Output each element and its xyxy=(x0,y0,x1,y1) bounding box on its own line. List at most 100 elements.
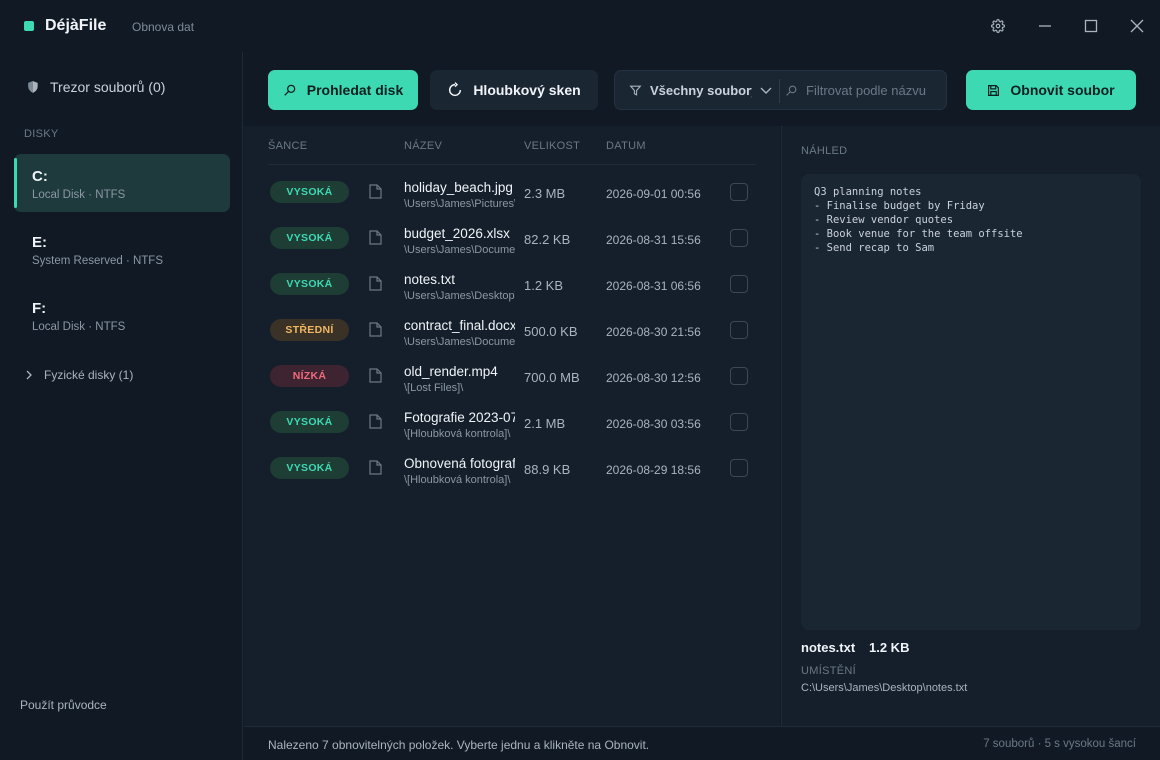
title-bar: DéjàFile Obnova dat xyxy=(0,0,1160,52)
drive-item-f[interactable]: F: Local Disk · NTFS xyxy=(14,286,230,344)
filter-search xyxy=(785,71,945,109)
drive-description: Local Disk · NTFS xyxy=(32,321,126,333)
chance-badge: VYSOKÁ xyxy=(270,181,349,203)
drives-section-label: DISKY xyxy=(24,128,59,140)
shield-icon xyxy=(26,80,40,94)
app-logo-icon xyxy=(24,21,34,31)
file-name: holiday_beach.jpg xyxy=(404,180,513,195)
gear-icon[interactable] xyxy=(988,16,1008,36)
scan-disk-button[interactable]: Prohledat disk xyxy=(268,70,418,110)
file-type-value: Všechny soubory xyxy=(650,82,752,98)
table-row[interactable]: VYSOKÁ budget_2026.xlsx \Users\James\Doc… xyxy=(268,220,758,266)
status-message: Nalezeno 7 obnovitelných položek. Vybert… xyxy=(268,738,650,752)
file-size: 700.0 MB xyxy=(524,370,580,385)
row-checkbox[interactable] xyxy=(730,229,748,247)
deep-scan-button[interactable]: Hloubkový sken xyxy=(430,70,598,110)
file-date: 2026-08-31 15:56 xyxy=(606,233,701,247)
status-summary: 7 souborů · 5 s vysokou šancí xyxy=(983,738,1136,750)
filter-name-input[interactable] xyxy=(806,82,934,98)
file-path: \Users\James\Documents\ xyxy=(404,336,515,348)
file-type-select[interactable]: Všechny soubory xyxy=(629,71,779,109)
filter-divider xyxy=(779,79,780,103)
file-icon xyxy=(369,460,382,475)
file-date: 2026-08-29 18:56 xyxy=(606,463,701,477)
scan-disk-label: Prohledat disk xyxy=(306,82,404,98)
chance-badge: VYSOKÁ xyxy=(270,227,349,249)
file-date: 2026-08-30 12:56 xyxy=(606,371,701,385)
table-row[interactable]: STŘEDNÍ contract_final.docx \Users\James… xyxy=(268,312,758,358)
recover-file-button[interactable]: Obnovit soubor xyxy=(966,70,1136,110)
search-icon xyxy=(283,83,297,97)
file-name: old_render.mp4 xyxy=(404,364,498,379)
minimize-icon[interactable] xyxy=(1035,16,1055,36)
drive-item-c[interactable]: C: Local Disk · NTFS xyxy=(14,154,230,212)
guide-link[interactable]: Použít průvodce xyxy=(20,698,107,712)
drive-description: System Reserved · NTFS xyxy=(32,255,163,267)
file-size: 1.2 KB xyxy=(524,278,564,293)
file-path: \Users\James\Documents\ xyxy=(404,244,515,256)
vault-label: Trezor souborů (0) xyxy=(50,79,166,95)
file-date: 2026-08-30 21:56 xyxy=(606,325,701,339)
preview-content: Q3 planning notes - Finalise budget by F… xyxy=(801,174,1141,630)
row-checkbox[interactable] xyxy=(730,321,748,339)
preview-file-size: 1.2 KB xyxy=(869,640,910,655)
file-path: \[Hloubková kontrola]\ xyxy=(404,474,511,486)
row-checkbox[interactable] xyxy=(730,183,748,201)
chance-badge: VYSOKÁ xyxy=(270,457,349,479)
chevron-right-icon xyxy=(24,370,34,380)
row-checkbox[interactable] xyxy=(730,367,748,385)
file-icon xyxy=(369,184,382,199)
file-date: 2026-09-01 00:56 xyxy=(606,187,701,201)
file-path: \[Lost Files]\ xyxy=(404,382,464,394)
table-row[interactable]: VYSOKÁ notes.txt \Users\James\Desktop\ 1… xyxy=(268,266,758,312)
column-header-name[interactable]: NÁZEV xyxy=(404,140,442,152)
chance-badge: VYSOKÁ xyxy=(270,411,349,433)
row-checkbox[interactable] xyxy=(730,413,748,431)
preview-file-name: notes.txt xyxy=(801,640,856,655)
file-icon xyxy=(369,368,382,383)
file-name: Fotografie 2023-07 xyxy=(404,410,515,425)
column-header-chance[interactable]: ŠANCE xyxy=(268,140,307,152)
location-value: C:\Users\James\Desktop\notes.txt xyxy=(801,682,968,694)
recover-file-label: Obnovit soubor xyxy=(1010,82,1115,98)
physical-disks-toggle[interactable]: Fyzické disky (1) xyxy=(24,368,133,382)
save-icon xyxy=(987,84,1000,97)
preview-header: NÁHLED xyxy=(801,145,848,157)
table-row[interactable]: VYSOKÁ Obnovená fotografie \[Hloubková k… xyxy=(268,450,758,496)
file-icon xyxy=(369,230,382,245)
file-size: 2.3 MB xyxy=(524,186,566,201)
file-size: 500.0 KB xyxy=(524,324,578,339)
app-subtitle: Obnova dat xyxy=(132,20,195,34)
app-name: DéjàFile xyxy=(45,17,107,34)
vault-item[interactable]: Trezor souborů (0) xyxy=(26,79,165,95)
column-header-size[interactable]: VELIKOST xyxy=(524,140,580,152)
header-divider xyxy=(268,164,756,165)
file-name: contract_final.docx xyxy=(404,318,515,333)
search-icon xyxy=(785,84,798,97)
column-header-date[interactable]: DATUM xyxy=(606,140,646,152)
file-path: \Users\James\Desktop\ xyxy=(404,290,515,302)
file-icon xyxy=(369,322,382,337)
preview-line: - Finalise budget by Friday xyxy=(814,200,985,212)
maximize-icon[interactable] xyxy=(1081,16,1101,36)
preview-line: Q3 planning notes xyxy=(814,186,922,198)
chevron-down-icon xyxy=(760,84,772,96)
drive-item-e[interactable]: E: System Reserved · NTFS xyxy=(14,220,230,278)
table-row[interactable]: VYSOKÁ Fotografie 2023-07 \[Hloubková ko… xyxy=(268,404,758,450)
file-size: 82.2 KB xyxy=(524,232,571,247)
chance-badge: NÍZKÁ xyxy=(270,365,349,387)
row-checkbox[interactable] xyxy=(730,275,748,293)
preview-panel: NÁHLED Q3 planning notes - Finalise budg… xyxy=(781,126,1160,726)
preview-line: - Book venue for the team offsite xyxy=(814,228,1023,240)
preview-line: - Send recap to Sam xyxy=(814,242,935,254)
chance-badge: VYSOKÁ xyxy=(270,273,349,295)
physical-disks-label: Fyzické disky (1) xyxy=(44,368,134,382)
table-row[interactable]: VYSOKÁ holiday_beach.jpg \Users\James\Pi… xyxy=(268,174,758,220)
file-list: ŠANCE NÁZEV VELIKOST DATUM VYSOKÁ holida… xyxy=(244,126,780,726)
file-name: notes.txt xyxy=(404,272,456,287)
file-size: 2.1 MB xyxy=(524,416,566,431)
row-checkbox[interactable] xyxy=(730,459,748,477)
table-row[interactable]: NÍZKÁ old_render.mp4 \[Lost Files]\ 700.… xyxy=(268,358,758,404)
close-icon[interactable] xyxy=(1127,16,1147,36)
chance-badge: STŘEDNÍ xyxy=(270,319,349,341)
